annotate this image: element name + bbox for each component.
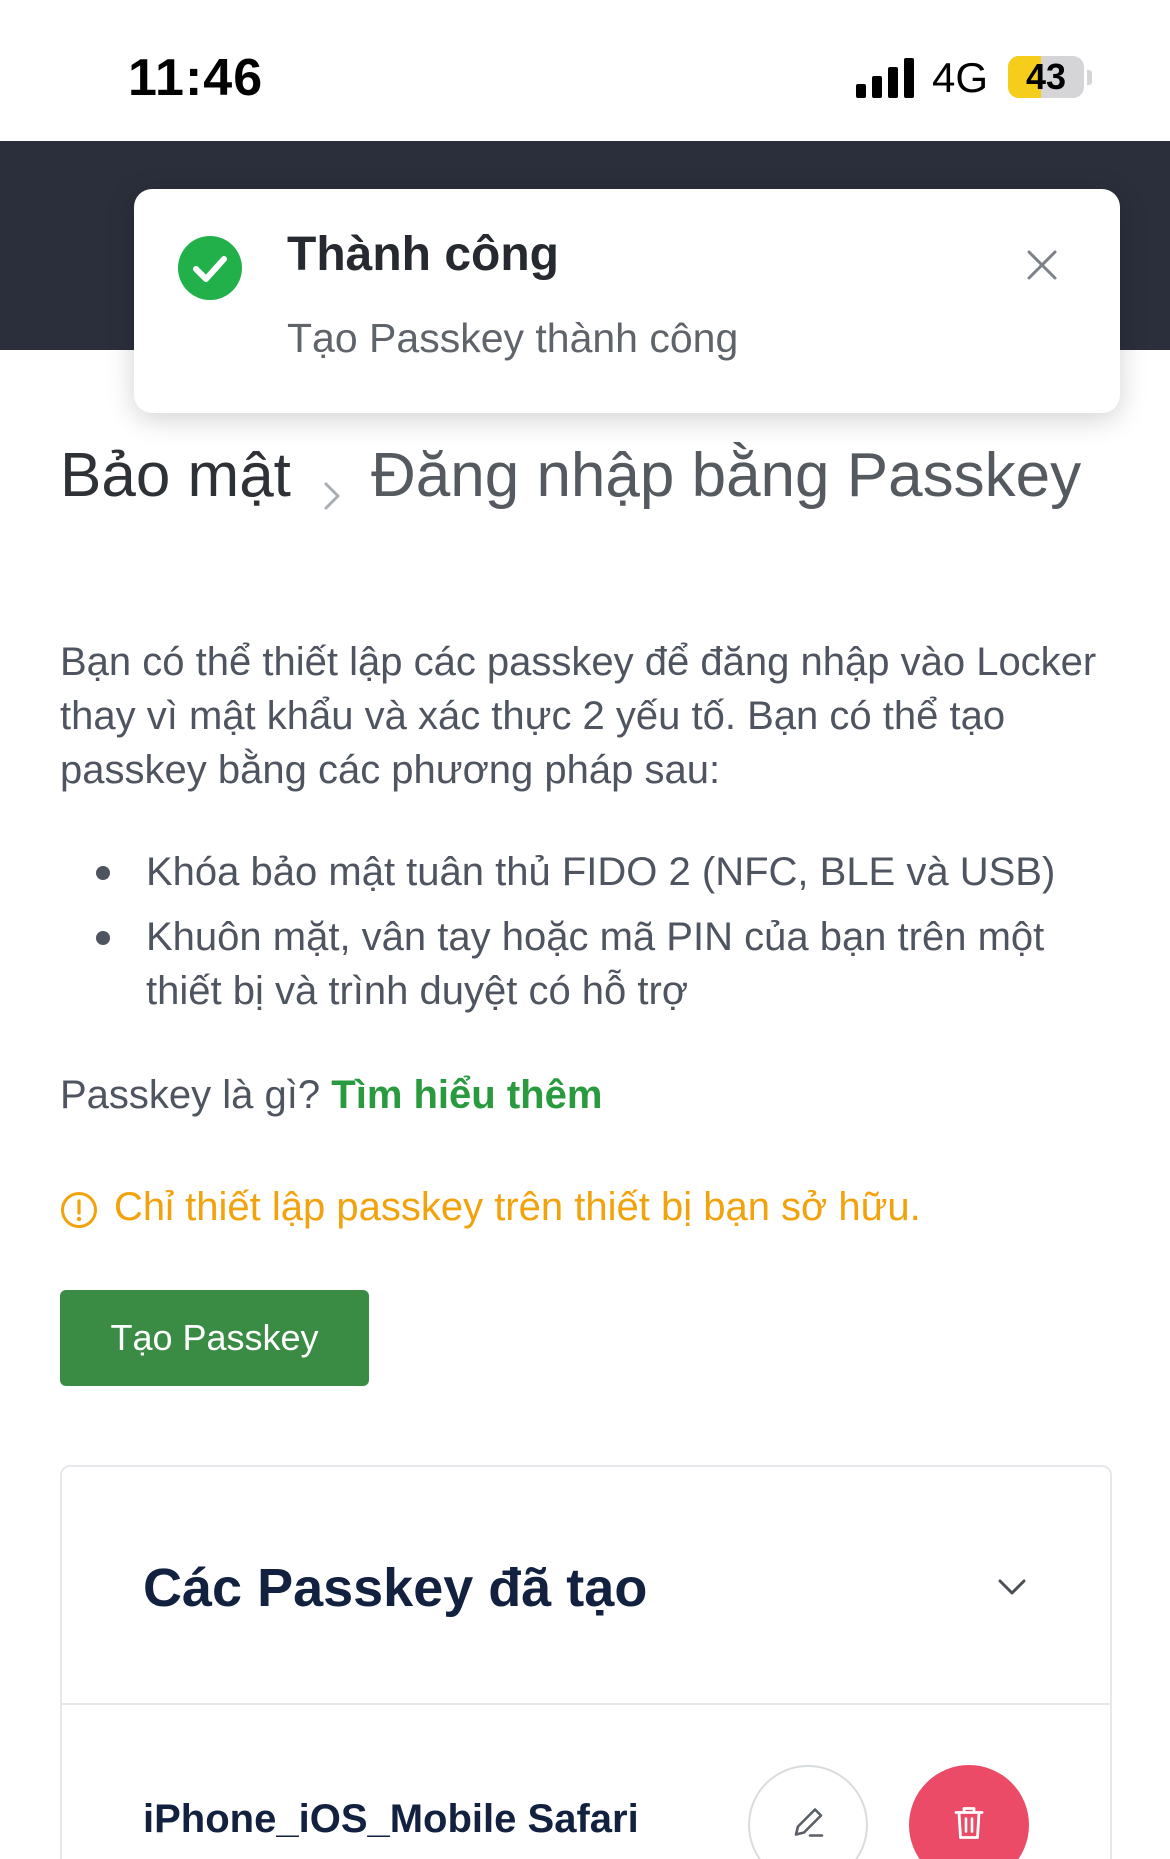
passkey-name: iPhone_iOS_Mobile Safari bbox=[143, 1797, 639, 1841]
method-text: Khóa bảo mật tuân thủ FIDO 2 (NFC, BLE v… bbox=[146, 850, 1056, 894]
success-toast: Thành công Tạo Passkey thành công bbox=[134, 189, 1120, 413]
toast-message: Tạo Passkey thành công bbox=[287, 315, 739, 361]
status-time: 11:46 bbox=[128, 49, 264, 107]
battery-icon: 43 bbox=[1008, 56, 1084, 98]
warning-text: Chỉ thiết lập passkey trên thiết bị bạn … bbox=[114, 1185, 921, 1229]
card-title: Các Passkey đã tạo bbox=[143, 1558, 648, 1618]
pencil-icon bbox=[786, 1801, 830, 1850]
learn-more-question: Passkey là gì? bbox=[60, 1073, 321, 1117]
method-text: Khuôn mặt, vân tay hoặc mã PIN của bạn t… bbox=[146, 915, 1045, 1013]
passkey-list-card: Các Passkey đã tạo iPhone_iOS_Mobile Saf… bbox=[60, 1465, 1112, 1859]
breadcrumb-security[interactable]: Bảo mật bbox=[60, 440, 291, 511]
list-item: Khuôn mặt, vân tay hoặc mã PIN của bạn t… bbox=[60, 910, 1120, 1018]
intro-text: Bạn có thể thiết lập các passkey để đăng… bbox=[60, 640, 1097, 792]
battery-nub bbox=[1087, 70, 1092, 85]
bullet-dot bbox=[96, 931, 110, 945]
close-icon[interactable] bbox=[1020, 243, 1064, 287]
page-title: Đăng nhập bằng Passkey bbox=[371, 441, 1082, 510]
edit-passkey-button[interactable] bbox=[748, 1765, 868, 1859]
check-circle-icon bbox=[178, 236, 242, 300]
toast-title: Thành công bbox=[287, 228, 559, 281]
battery-level: 43 bbox=[1025, 56, 1067, 97]
bullet-dot bbox=[96, 866, 110, 880]
card-header[interactable]: Các Passkey đã tạo bbox=[62, 1467, 1110, 1705]
delete-passkey-button[interactable] bbox=[909, 1765, 1029, 1859]
trash-icon bbox=[947, 1801, 991, 1850]
exclamation-circle-icon bbox=[60, 1189, 98, 1228]
learn-more-link[interactable]: Tìm hiểu thêm bbox=[331, 1073, 602, 1117]
cellular-signal-icon bbox=[856, 58, 916, 98]
network-type: 4G bbox=[932, 54, 989, 101]
create-passkey-button[interactable]: Tạo Passkey bbox=[60, 1290, 369, 1386]
chevron-down-icon[interactable] bbox=[992, 1567, 1032, 1607]
chevron-right-icon bbox=[318, 460, 346, 510]
status-bar: 11:46 4G 43 bbox=[0, 0, 1170, 141]
list-item: Khóa bảo mật tuân thủ FIDO 2 (NFC, BLE v… bbox=[60, 845, 1120, 899]
page: 11:46 4G 43 Thành công Tạo Passkey thành… bbox=[0, 0, 1170, 1859]
methods-list: Khóa bảo mật tuân thủ FIDO 2 (NFC, BLE v… bbox=[60, 845, 1120, 1029]
learn-more-row: Passkey là gì? Tìm hiểu thêm bbox=[60, 1068, 602, 1122]
